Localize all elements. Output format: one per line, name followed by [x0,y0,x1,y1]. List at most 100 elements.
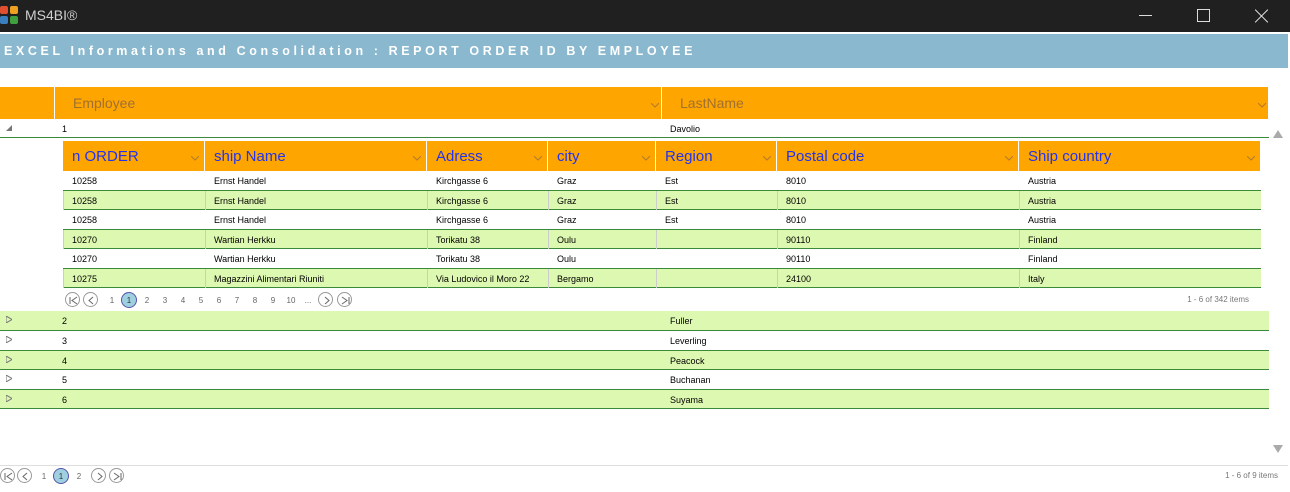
cell-lastname: Peacock [670,356,705,366]
expand-arrow-icon[interactable] [6,316,12,323]
detail-header-order[interactable]: n ORDER [63,141,205,171]
table-row[interactable]: 3 Leverling [0,331,1269,351]
page-number[interactable]: 7 [230,296,244,305]
page-number[interactable]: 4 [176,296,190,305]
prev-page-button[interactable] [17,468,32,483]
last-page-button[interactable] [109,468,124,483]
detail-header-city[interactable]: city [548,141,656,171]
cell-adress: Torikatu 38 [436,254,481,264]
cell-city: Graz [557,195,577,206]
minimize-button[interactable] [1117,0,1175,32]
detail-row[interactable]: 10258 Ernst Handel Kirchgasse 6 Graz Est… [63,190,1261,210]
detail-row[interactable]: 10270 Wartian Herkku Torikatu 38 Oulu 90… [63,249,1261,269]
cell-region: Est [665,195,679,206]
table-row[interactable]: 6 Suyama [0,390,1269,409]
divider [0,465,1288,466]
app-logo-icon [0,6,20,26]
cell-postal: 24100 [786,273,812,284]
table-row[interactable]: 4 Peacock [0,351,1269,370]
chevron-down-icon[interactable] [413,156,421,161]
maximize-button[interactable] [1175,0,1233,32]
column-header-label: Employee [73,95,136,111]
page-number[interactable]: 5 [194,296,208,305]
page-number[interactable]: 1 [105,296,119,305]
cell-country: Austria [1028,215,1057,225]
chevron-down-icon[interactable] [642,156,650,161]
table-row[interactable]: 5 Buchanan [0,370,1269,390]
expand-arrow-icon[interactable] [6,356,12,363]
detail-row[interactable]: 10270 Wartian Herkku Torikatu 38 Oulu 90… [63,229,1261,249]
chevron-down-icon[interactable] [534,156,542,161]
cell-country: Italy [1028,273,1045,284]
expand-arrow-icon[interactable] [6,375,12,382]
cell-employee: 2 [62,316,68,326]
cell-adress: Kirchgasse 6 [436,176,489,186]
table-row[interactable]: 2 Fuller [0,311,1269,331]
detail-header-region[interactable]: Region [656,141,777,171]
cell-region: Est [665,215,679,225]
chevron-down-icon[interactable] [763,156,771,161]
chevron-down-icon[interactable] [651,103,659,108]
current-page[interactable]: 1 [121,292,137,308]
cell-city: Graz [557,215,577,225]
cell-employee: 5 [62,375,68,385]
close-button[interactable] [1232,0,1290,32]
expand-arrow-icon[interactable] [6,395,12,402]
cell-adress: Kirchgasse 6 [436,215,489,225]
cell-order: 10258 [72,176,98,186]
detail-header-country[interactable]: Ship country [1019,141,1261,171]
current-page[interactable]: 1 [53,468,69,484]
detail-pager-info: 1 - 6 of 342 items [1187,295,1249,304]
page-number[interactable]: 9 [266,296,280,305]
first-page-button[interactable] [0,468,15,483]
last-page-button[interactable] [337,292,352,307]
detail-row[interactable]: 10258 Ernst Handel Kirchgasse 6 Graz Est… [63,171,1261,191]
cell-postal: 90110 [786,254,811,264]
cell-shipname: Ernst Handel [214,215,267,225]
cell-shipname: Wartian Herkku [214,254,276,264]
next-page-button[interactable] [91,468,106,483]
chevron-down-icon[interactable] [1258,103,1266,108]
page-number[interactable]: 10 [283,296,299,305]
chevron-down-icon[interactable] [1247,156,1255,161]
chevron-down-icon[interactable] [191,156,199,161]
next-page-button[interactable] [318,292,333,307]
cell-region: Est [665,176,679,186]
collapse-arrow-icon[interactable] [6,125,12,131]
cell-city: Bergamo [557,273,594,284]
scroll-up-button[interactable] [1273,130,1283,138]
cell-lastname: Fuller [670,316,693,326]
expand-arrow-icon[interactable] [6,336,12,343]
detail-row[interactable]: 10275 Magazzini Alimentari Riuniti Via L… [63,268,1261,288]
prev-page-button[interactable] [83,292,98,307]
page-number[interactable]: 2 [72,472,86,481]
page-number[interactable]: 6 [212,296,226,305]
cell-adress: Torikatu 38 [436,234,481,245]
page-number[interactable]: 1 [37,472,51,481]
cell-country: Austria [1028,195,1057,206]
first-page-button[interactable] [65,292,80,307]
column-header-label: n ORDER [72,148,139,165]
cell-employee: 3 [62,336,68,346]
cell-postal: 8010 [786,195,807,206]
report-banner: EXCEL Informations and Consolidation : R… [0,34,1288,68]
main-pager-info: 1 - 6 of 9 items [1225,471,1278,480]
maximize-icon [1197,9,1210,22]
cell-order: 10258 [72,195,98,206]
scroll-down-button[interactable] [1273,445,1283,453]
column-header-lastname[interactable]: LastName [662,87,1269,119]
column-header-label: Region [665,148,713,165]
detail-header-postal[interactable]: Postal code [777,141,1019,171]
chevron-down-icon[interactable] [1005,156,1013,161]
cell-country: Finland [1028,234,1058,245]
detail-header-shipname[interactable]: ship Name [205,141,427,171]
page-number[interactable]: ... [301,296,315,305]
detail-row[interactable]: 10258 Ernst Handel Kirchgasse 6 Graz Est… [63,210,1261,230]
column-header-employee[interactable]: Employee [55,87,662,119]
detail-header-adress[interactable]: Adress [427,141,548,171]
cell-postal: 90110 [786,234,811,245]
page-number[interactable]: 2 [140,296,154,305]
table-row[interactable]: 1 Davolio [0,119,1269,138]
page-number[interactable]: 3 [158,296,172,305]
page-number[interactable]: 8 [248,296,262,305]
